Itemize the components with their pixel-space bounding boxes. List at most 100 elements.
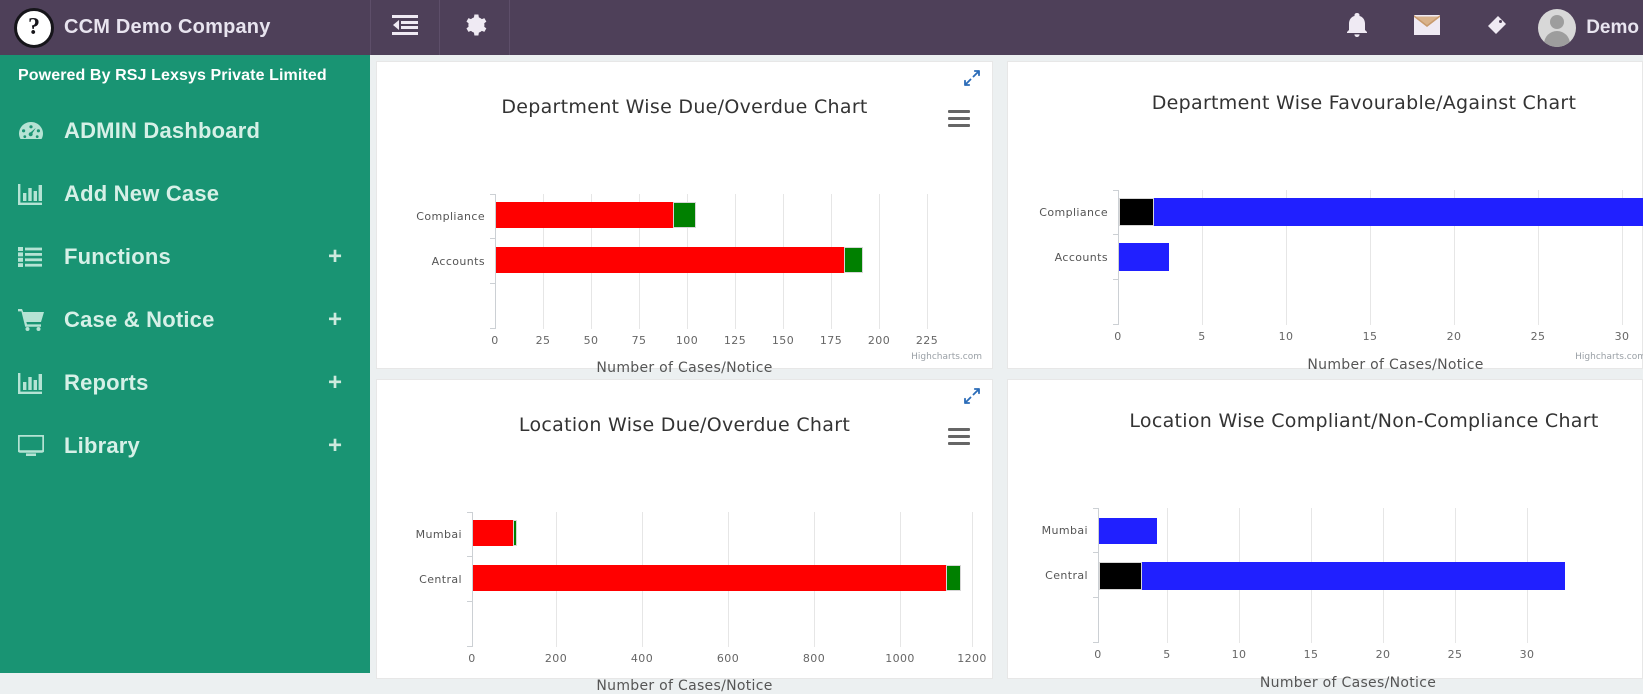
header-right-actions: Demo bbox=[1322, 0, 1643, 55]
top-navigation: Demo bbox=[370, 0, 1643, 55]
expand-plus-icon[interactable]: + bbox=[328, 244, 342, 269]
y-axis-tick bbox=[467, 556, 473, 557]
monitor-icon bbox=[18, 434, 64, 457]
x-tick-label: 200 bbox=[867, 334, 891, 347]
sidebar-item-functions[interactable]: Functions + bbox=[0, 225, 370, 288]
bar-chart-icon bbox=[18, 372, 64, 394]
bar-mumbai[interactable] bbox=[1099, 518, 1157, 544]
x-tick-label: 30 bbox=[1519, 648, 1535, 661]
bar-compliance[interactable] bbox=[1119, 198, 1643, 226]
sidebar: Powered By RSJ Lexsys Private Limited AD… bbox=[0, 55, 370, 673]
y-tick-label: Mumbai bbox=[415, 528, 462, 541]
avatar[interactable] bbox=[1538, 8, 1577, 47]
y-axis-cap bbox=[467, 512, 473, 513]
y-axis-tick bbox=[1093, 552, 1099, 553]
chart-plot-area: Compliance Accounts bbox=[1008, 114, 1643, 343]
expand-plus-icon[interactable]: + bbox=[328, 307, 342, 332]
sidebar-item-add-new-case[interactable]: Add New Case bbox=[0, 162, 370, 225]
x-axis-title: Number of Cases/Notice bbox=[596, 678, 773, 694]
x-tick-label: 1200 bbox=[957, 652, 987, 665]
bar-segment-favourable bbox=[1154, 198, 1643, 226]
x-tick-label: 0 bbox=[468, 652, 476, 665]
gridline bbox=[879, 194, 880, 329]
x-tick-label: 20 bbox=[1446, 330, 1462, 343]
y-tick-label: Compliance bbox=[1039, 206, 1108, 219]
bar-accounts[interactable] bbox=[1119, 243, 1169, 271]
y-tick-label: Accounts bbox=[1054, 251, 1108, 264]
sidebar-item-library[interactable]: Library + bbox=[0, 414, 370, 477]
y-axis-tick bbox=[1113, 234, 1119, 235]
y-tick-label: Accounts bbox=[431, 255, 485, 268]
expand-plus-icon[interactable]: + bbox=[328, 370, 342, 395]
sidebar-item-label: Functions bbox=[64, 243, 171, 269]
x-axis-title: Number of Cases/Notice bbox=[1307, 357, 1484, 373]
notifications-button[interactable] bbox=[1322, 13, 1392, 42]
sidebar-item-label: Case & Notice bbox=[64, 306, 215, 332]
y-axis-cap bbox=[1093, 508, 1099, 509]
y-axis-cap bbox=[467, 646, 473, 647]
bar-chart-icon bbox=[18, 183, 64, 205]
bar-central[interactable] bbox=[1099, 562, 1565, 590]
chart-title: Location Wise Due/Overdue Chart bbox=[518, 414, 851, 436]
x-tick-label: 0 bbox=[1114, 330, 1122, 343]
bar-central[interactable] bbox=[473, 565, 961, 591]
expand-arrows-icon[interactable] bbox=[964, 70, 980, 91]
bar-compliance[interactable] bbox=[496, 202, 696, 228]
x-tick-label: 25 bbox=[535, 334, 551, 347]
sidebar-item-label: ADMIN Dashboard bbox=[64, 117, 261, 143]
bar-mumbai[interactable] bbox=[473, 520, 517, 546]
bar-segment-overdue bbox=[473, 520, 513, 546]
expand-plus-icon[interactable]: + bbox=[328, 433, 342, 458]
main-content: Department Wise Due/Overdue Chart Compli… bbox=[370, 55, 1643, 694]
y-axis-cap bbox=[1113, 324, 1119, 325]
y-axis-tick bbox=[467, 601, 473, 602]
cart-icon bbox=[18, 308, 64, 331]
chart-panel-department-favourable-against: Department Wise Favourable/Against Chart… bbox=[1007, 61, 1643, 398]
settings-button[interactable] bbox=[440, 0, 510, 55]
gridline bbox=[972, 512, 973, 647]
x-tick-label: 0 bbox=[1094, 648, 1102, 661]
y-axis-cap bbox=[1113, 190, 1119, 191]
chart-title: Location Wise Compliant/Non-Compliance C… bbox=[1129, 410, 1599, 432]
y-tick-label: Mumbai bbox=[1041, 524, 1088, 537]
x-tick-label: 20 bbox=[1375, 648, 1391, 661]
expand-arrows-icon[interactable] bbox=[964, 388, 980, 409]
x-tick-label: 175 bbox=[819, 334, 843, 347]
bar-segment-compliant bbox=[1142, 562, 1565, 590]
brand-title: CCM Demo Company bbox=[64, 16, 271, 38]
bar-segment-due bbox=[844, 247, 863, 273]
x-tick-label: 200 bbox=[544, 652, 568, 665]
messages-button[interactable] bbox=[1392, 15, 1462, 40]
y-axis-tick bbox=[490, 283, 496, 284]
x-tick-label: 75 bbox=[631, 334, 647, 347]
dashboard-grid: Department Wise Due/Overdue Chart Compli… bbox=[370, 55, 1643, 694]
y-axis-cap bbox=[490, 194, 496, 195]
sidebar-toggle-button[interactable] bbox=[370, 0, 440, 55]
x-tick-label: 50 bbox=[583, 334, 599, 347]
bar-segment-compliant bbox=[1099, 518, 1157, 544]
y-tick-label: Central bbox=[1045, 569, 1088, 582]
y-axis-cap bbox=[490, 328, 496, 329]
bar-segment-overdue bbox=[496, 202, 673, 228]
x-tick-label: 5 bbox=[1163, 648, 1171, 661]
y-axis-cap bbox=[1093, 642, 1099, 643]
chart-credits[interactable]: Highcharts.com bbox=[911, 352, 982, 362]
sidebar-item-admin-dashboard[interactable]: ADMIN Dashboard bbox=[0, 99, 370, 162]
dashboard-icon bbox=[18, 120, 64, 142]
sidebar-item-reports[interactable]: Reports + bbox=[0, 351, 370, 414]
x-axis-title: Number of Cases/Notice bbox=[596, 360, 773, 376]
y-axis-tick bbox=[1093, 597, 1099, 598]
sidebar-item-case-and-notice[interactable]: Case & Notice + bbox=[0, 288, 370, 351]
bar-accounts[interactable] bbox=[496, 247, 863, 273]
gridline bbox=[927, 194, 928, 329]
bar-segment-overdue bbox=[473, 565, 946, 591]
x-tick-label: 25 bbox=[1530, 330, 1546, 343]
brand-area[interactable]: ? CCM Demo Company bbox=[0, 0, 370, 55]
top-header-bar: ? CCM Demo Company Demo bbox=[0, 0, 1643, 55]
user-name-label[interactable]: Demo bbox=[1586, 17, 1639, 39]
x-tick-label: 800 bbox=[802, 652, 826, 665]
tags-button[interactable] bbox=[1462, 13, 1532, 42]
envelope-icon bbox=[1414, 15, 1441, 40]
bar-segment-due bbox=[673, 202, 696, 228]
chart-credits[interactable]: Highcharts.com bbox=[1575, 352, 1643, 362]
